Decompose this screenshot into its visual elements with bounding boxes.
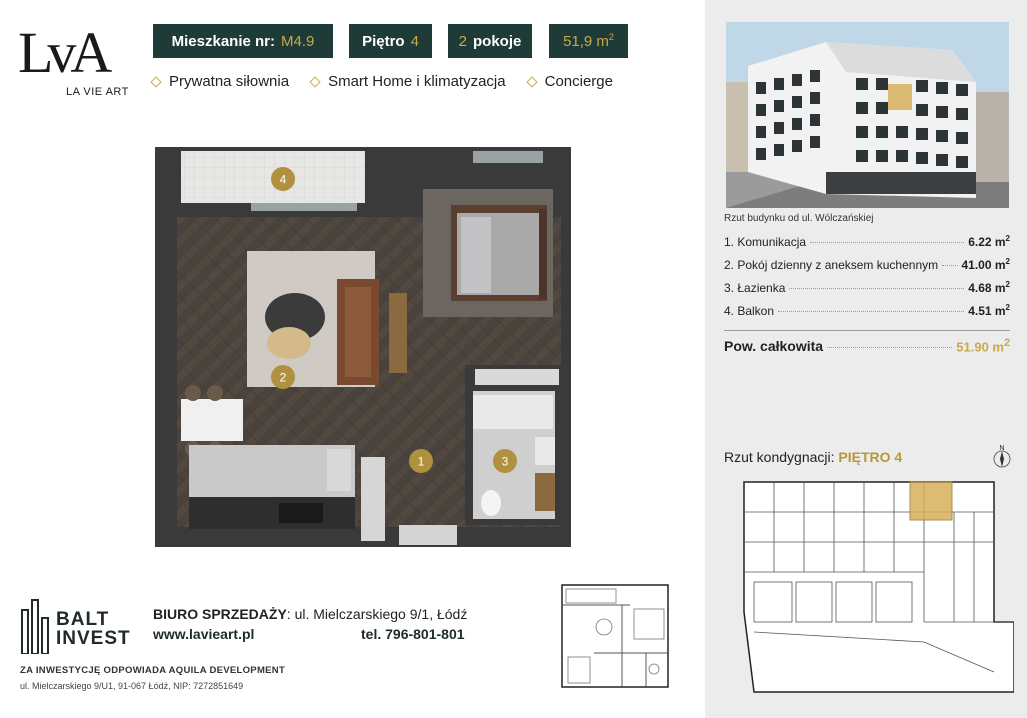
la-vie-art-logo: LvA LA VIE ART	[18, 22, 138, 106]
apartment-label: Mieszkanie nr:	[171, 32, 275, 50]
room-marker-3: 3	[493, 449, 517, 473]
website-link[interactable]: www.lavieart.pl	[153, 626, 254, 642]
floor-label: Piętro	[362, 32, 405, 50]
office-label: BIURO SPRZEDAŻY	[153, 606, 287, 622]
room-marker-4: 4	[271, 167, 295, 191]
floor-caption: Rzut kondygnacji: PIĘTRO 4	[724, 449, 903, 465]
diamond-bullet-icon	[525, 75, 538, 88]
svg-text:3: 3	[502, 455, 509, 469]
amenity-item: Smart Home i klimatyzacja	[309, 73, 506, 90]
floor-badge: Piętro 4	[349, 24, 432, 58]
logo-name: LA VIE ART	[66, 86, 129, 98]
rooms-label: pokoje	[473, 32, 522, 50]
svg-text:4: 4	[280, 173, 287, 187]
amenity-item: Concierge	[525, 73, 613, 90]
rooms-badge: 2 pokoje	[448, 24, 532, 58]
amenities-list: Prywatna siłownia Smart Home i klimatyza…	[150, 73, 613, 90]
photo-caption: Rzut budynku od ul. Wólczańskiej	[724, 213, 874, 224]
room-row: 1. Komunikacja 6.22 m2	[724, 234, 1010, 249]
svg-text:2: 2	[280, 371, 287, 385]
apartment-floorplan: 1 2 3 4	[155, 147, 571, 547]
phone-number[interactable]: tel. 796-801-801	[361, 626, 465, 642]
building-photo	[726, 22, 1009, 208]
sales-office: BIURO SPRZEDAŻY: ul. Mielczarskiego 9/1,…	[153, 606, 467, 622]
rooms-number: 2	[458, 32, 467, 50]
mini-outline-plan	[561, 584, 669, 688]
amenity-item: Prywatna siłownia	[150, 73, 289, 90]
investor-address: ul. Mielczarskiego 9/U1, 91-067 Łódź, NI…	[20, 681, 244, 691]
office-address: : ul. Mielczarskiego 9/1, Łódź	[286, 606, 468, 622]
room-marker-1: 1	[409, 449, 433, 473]
floor-number: 4	[410, 32, 419, 50]
building-floor-plan	[724, 472, 1014, 702]
diamond-bullet-icon	[309, 75, 321, 88]
room-row: 2. Pokój dzienny z aneksem kuchennym 41.0…	[724, 257, 1010, 272]
table-divider	[724, 330, 1010, 331]
room-area-table: 1. Komunikacja 6.22 m2 2. Pokój dzienny z…	[724, 234, 1010, 354]
diamond-bullet-icon	[150, 75, 162, 88]
room-row: 4. Balkon 4.51 m2	[724, 303, 1010, 318]
highlighted-apartment	[909, 481, 953, 521]
apartment-number: M4.9	[281, 32, 315, 50]
room-marker-2: 2	[271, 365, 295, 389]
area-value: 51,9 m2	[563, 32, 614, 50]
developer-name: BALT INVEST	[56, 609, 131, 649]
total-area-row: Pow. całkowita 51.90 m2	[724, 337, 1010, 355]
apartment-number-badge: Mieszkanie nr: M4.9	[153, 24, 333, 58]
svg-text:1: 1	[418, 455, 425, 469]
investor-note: ZA INWESTYCJĘ ODPOWIADA AQUILA DEVELOPME…	[20, 665, 286, 676]
balt-invest-logo: BALT INVEST	[20, 598, 140, 654]
balt-invest-mark-icon	[21, 599, 49, 654]
compass-north-icon: N	[993, 445, 1011, 468]
logo-mark: LvA	[18, 20, 112, 85]
area-badge: 51,9 m2	[549, 24, 628, 58]
room-row: 3. Łazienka 4.68 m2	[724, 280, 1010, 295]
